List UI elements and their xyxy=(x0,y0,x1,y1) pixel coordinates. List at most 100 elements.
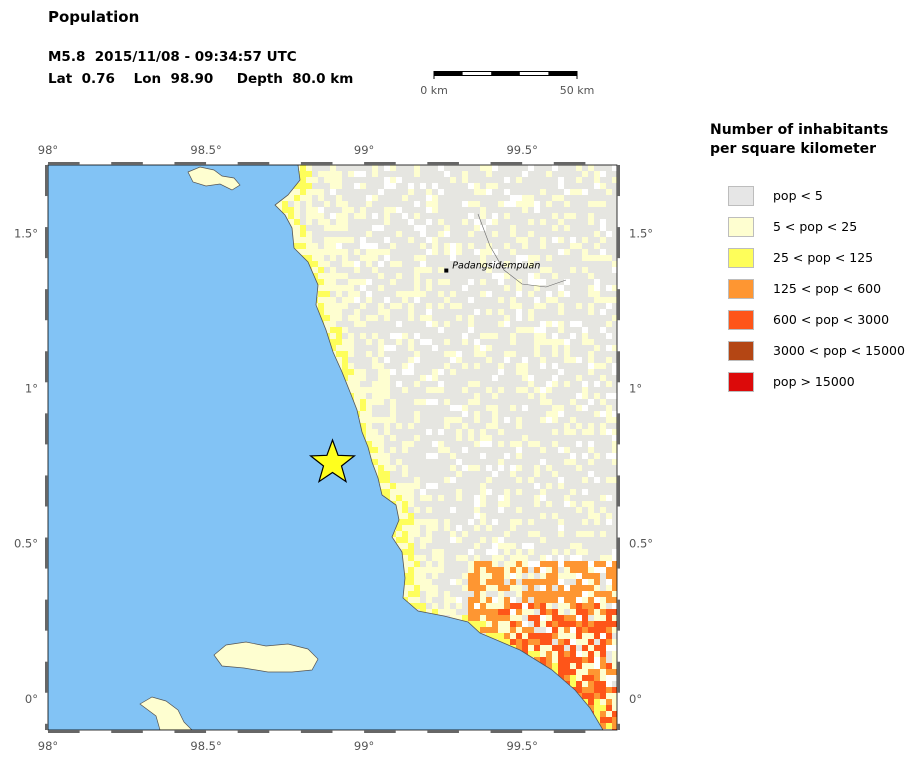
density-cell xyxy=(600,375,606,381)
density-cell xyxy=(558,309,564,315)
density-cell xyxy=(384,183,390,189)
frame-segment xyxy=(617,413,620,445)
density-cell xyxy=(372,255,378,261)
density-cell xyxy=(522,645,528,651)
density-cell xyxy=(606,687,612,693)
density-cell xyxy=(510,567,516,573)
density-cell xyxy=(402,507,408,513)
density-cell xyxy=(360,393,366,399)
density-cell xyxy=(306,255,312,261)
density-cell xyxy=(588,459,594,465)
density-cell xyxy=(510,561,516,567)
density-cell xyxy=(594,393,600,399)
density-cell xyxy=(372,315,378,321)
density-cell xyxy=(546,585,552,591)
density-cell xyxy=(426,429,432,435)
density-cell xyxy=(498,555,504,561)
density-cell xyxy=(336,195,342,201)
density-cell xyxy=(570,645,576,651)
density-cell xyxy=(606,609,612,615)
density-cell xyxy=(324,171,330,177)
density-cell xyxy=(564,429,570,435)
density-cell xyxy=(402,549,408,555)
density-cell xyxy=(510,627,516,633)
density-cell xyxy=(588,621,594,627)
density-cell xyxy=(546,651,552,657)
density-cell xyxy=(414,381,420,387)
density-cell xyxy=(486,441,492,447)
density-cell xyxy=(600,507,606,513)
density-cell xyxy=(486,171,492,177)
density-cell xyxy=(600,495,606,501)
density-cell xyxy=(318,255,324,261)
density-cell xyxy=(582,645,588,651)
density-cell xyxy=(312,213,318,219)
density-cell xyxy=(576,573,582,579)
legend-swatch xyxy=(728,310,754,330)
density-cell xyxy=(540,615,546,621)
density-cell xyxy=(564,639,570,645)
density-cell xyxy=(546,171,552,177)
legend-label: pop > 15000 xyxy=(773,374,855,389)
density-cell xyxy=(402,387,408,393)
density-cell xyxy=(438,567,444,573)
frame-segment xyxy=(174,162,207,165)
density-cell xyxy=(474,465,480,471)
density-cell xyxy=(348,171,354,177)
density-cell xyxy=(396,207,402,213)
density-cell xyxy=(528,543,534,549)
density-cell xyxy=(426,567,432,573)
density-cell xyxy=(342,255,348,261)
density-cell xyxy=(492,555,498,561)
frame-segment xyxy=(237,730,270,733)
density-cell xyxy=(570,567,576,573)
density-cell xyxy=(348,297,354,303)
density-cell xyxy=(576,627,582,633)
density-cell xyxy=(600,621,606,627)
density-cell xyxy=(480,591,486,597)
density-cell xyxy=(516,603,522,609)
density-cell xyxy=(366,279,372,285)
density-cell xyxy=(582,405,588,411)
density-cell xyxy=(606,573,612,579)
density-cell xyxy=(564,561,570,567)
density-cell xyxy=(504,597,510,603)
density-cell xyxy=(588,693,594,699)
density-cell xyxy=(450,579,456,585)
density-cell xyxy=(318,261,324,267)
density-cell xyxy=(486,183,492,189)
density-cell xyxy=(336,315,342,321)
density-cell xyxy=(600,327,606,333)
density-cell xyxy=(540,357,546,363)
density-cell xyxy=(474,603,480,609)
density-cell xyxy=(384,369,390,375)
density-cell xyxy=(600,201,606,207)
density-cell xyxy=(348,339,354,345)
density-cell xyxy=(396,303,402,309)
density-cell xyxy=(510,639,516,645)
density-cell xyxy=(426,579,432,585)
density-cell xyxy=(432,321,438,327)
density-cell xyxy=(576,243,582,249)
density-cell xyxy=(582,567,588,573)
density-cell xyxy=(324,321,330,327)
density-cell xyxy=(528,201,534,207)
density-cell xyxy=(492,585,498,591)
frame-segment xyxy=(617,351,620,383)
density-cell xyxy=(522,633,528,639)
density-cell xyxy=(306,171,312,177)
density-cell xyxy=(438,291,444,297)
x-tick-label-bottom: 98° xyxy=(38,739,58,753)
density-cell xyxy=(354,321,360,327)
density-cell xyxy=(546,339,552,345)
density-cell xyxy=(378,381,384,387)
density-cell xyxy=(468,279,474,285)
density-cell xyxy=(582,573,588,579)
density-cell xyxy=(456,315,462,321)
frame-segment xyxy=(427,162,459,165)
density-cell xyxy=(342,225,348,231)
density-cell xyxy=(450,537,456,543)
density-cell xyxy=(558,321,564,327)
density-cell xyxy=(516,519,522,525)
density-cell xyxy=(510,525,516,531)
